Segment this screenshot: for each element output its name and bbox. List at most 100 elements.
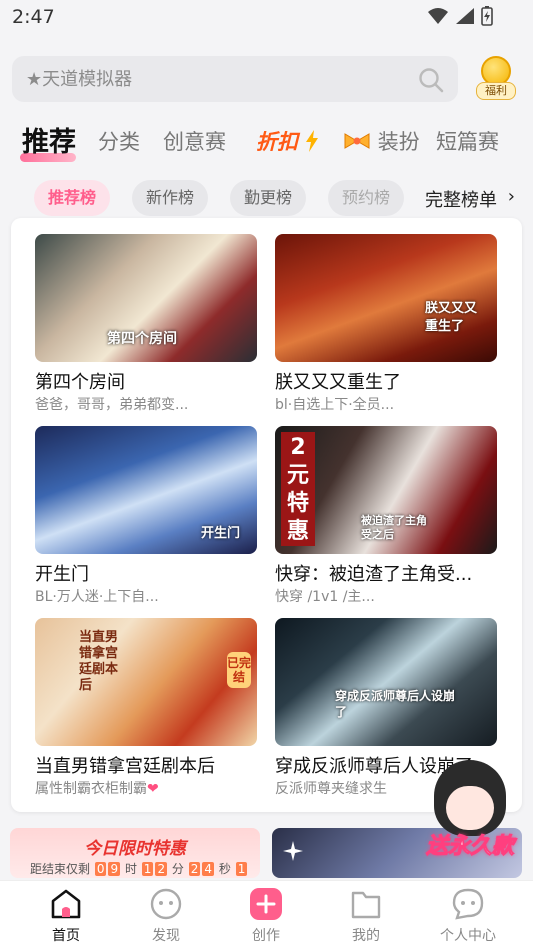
tab-category[interactable]: 分类 xyxy=(98,126,140,156)
folder-icon xyxy=(349,887,383,921)
promo-countdown: 距结束仅剩 09 时 12 分 24 秒 1 xyxy=(30,860,248,877)
book-card[interactable]: 第四个房间 第四个房间 爸爸，哥哥，弟弟都变... xyxy=(35,234,257,418)
book-cover: 2元特惠 被迫渣了主角受之后 xyxy=(275,426,497,554)
nav-profile[interactable]: 个人中心 xyxy=(428,887,508,945)
search-row: 福利 xyxy=(0,52,533,108)
nav-label: 发现 xyxy=(152,928,180,944)
tab-dress-up[interactable]: 装扮 xyxy=(343,126,420,156)
book-title: 第四个房间 xyxy=(35,372,125,393)
limited-offer-banner[interactable]: 今日限时特惠 距结束仅剩 09 时 12 分 24 秒 1 xyxy=(10,828,260,878)
book-desc-text: 属性制霸衣柜制霸 xyxy=(35,781,147,797)
tab-creative-contest[interactable]: 创意赛 xyxy=(163,126,226,156)
nav-discover[interactable]: 发现 xyxy=(126,887,206,945)
book-title: 朕又又又重生了 xyxy=(275,372,401,393)
book-desc: bl·自选上下·全员... xyxy=(275,397,395,413)
main-tabs: 推荐 分类 创意赛 折扣 装扮 短篇赛 xyxy=(0,116,533,166)
status-time: 2:47 xyxy=(12,6,55,28)
book-card[interactable]: 2元特惠 被迫渣了主角受之后 快穿：被迫渣了主角受... 快穿 /1v1 /主.… xyxy=(275,426,497,610)
ranking-chips: 推荐榜 新作榜 勤更榜 预约榜 完整榜单 › xyxy=(0,178,533,220)
bow-icon xyxy=(344,133,370,149)
promo-title: 今日限时特惠 xyxy=(84,839,186,859)
chip-label: 新作榜 xyxy=(146,188,195,207)
countdown-unit: 秒 xyxy=(218,862,231,876)
countdown-digit: 0 xyxy=(94,862,107,876)
tab-label: 分类 xyxy=(98,130,140,154)
status-bar: 2:47 xyxy=(0,0,533,36)
book-cover: 当直男错拿宫廷剧本后 已完结 xyxy=(35,618,257,746)
chip-label: 推荐榜 xyxy=(48,188,97,207)
book-title: 开生门 xyxy=(35,564,89,585)
countdown-unit: 分 xyxy=(171,862,184,876)
mascot-float[interactable]: 送永久款 xyxy=(410,760,530,872)
chip-recommend-rank[interactable]: 推荐榜 xyxy=(34,180,111,216)
cover-text: 当直男错拿宫廷剧本后 xyxy=(79,630,119,693)
chevron-right-icon[interactable]: › xyxy=(508,186,515,207)
countdown-prefix: 距结束仅剩 xyxy=(30,862,91,876)
book-card[interactable]: 当直男错拿宫廷剧本后 已完结 当直男错拿宫廷剧本后 属性制霸衣柜制霸❤ xyxy=(35,618,257,802)
welfare-button[interactable]: 福利 xyxy=(476,54,516,102)
chip-reserve-rank[interactable]: 预约榜 xyxy=(328,180,405,216)
completed-stamp: 已完结 xyxy=(227,652,251,688)
mascot-label: 送永久款 xyxy=(425,834,514,860)
book-cover: 朕又又又重生了 xyxy=(275,234,497,362)
search-box[interactable] xyxy=(12,56,458,102)
chip-update-rank[interactable]: 勤更榜 xyxy=(230,180,307,216)
countdown-digit: 2 xyxy=(188,862,201,876)
book-cover: 第四个房间 xyxy=(35,234,257,362)
price-badge: 2元特惠 xyxy=(281,432,315,546)
tab-label: 折扣 xyxy=(256,130,298,154)
countdown-digit: 4 xyxy=(202,862,215,876)
nav-home[interactable]: 首页 xyxy=(26,887,106,945)
book-cover: 开生门 xyxy=(35,426,257,554)
plus-icon xyxy=(249,887,283,921)
chip-new-rank[interactable]: 新作榜 xyxy=(132,180,209,216)
book-card[interactable]: 开生门 开生门 BL·万人迷·上下自... xyxy=(35,426,257,610)
tab-recommend[interactable]: 推荐 xyxy=(20,120,76,162)
nav-label: 个人中心 xyxy=(440,928,496,944)
cover-text: 开生门 xyxy=(201,526,241,541)
lightning-icon xyxy=(306,130,319,152)
cover-text: 朕又又又重生了 xyxy=(425,301,478,334)
nav-create[interactable]: 创作 xyxy=(226,887,306,945)
profile-icon xyxy=(451,887,485,921)
signal-icon xyxy=(456,8,474,24)
book-cover: 穿成反派师尊后人设崩了 xyxy=(275,618,497,746)
cover-text: 穿成反派师尊后人设崩了 xyxy=(335,689,456,719)
bottom-nav: 首页 发现 创作 我的 个人中心 xyxy=(0,880,533,948)
full-list-label: 完整榜单 xyxy=(425,190,497,211)
search-icon[interactable] xyxy=(418,67,444,93)
nav-mine[interactable]: 我的 xyxy=(326,887,406,945)
book-desc: 属性制霸衣柜制霸❤ xyxy=(35,778,257,798)
countdown-digit: 1 xyxy=(141,862,154,876)
countdown-digit: 1 xyxy=(235,862,248,876)
tab-discount[interactable]: 折扣 xyxy=(256,126,319,156)
book-title: 当直男错拿宫廷剧本后 xyxy=(35,756,215,777)
countdown-digit: 9 xyxy=(108,862,121,876)
nav-label: 创作 xyxy=(252,928,280,944)
tab-short-contest[interactable]: 短篇赛 xyxy=(436,126,499,156)
book-title: 快穿：被迫渣了主角受... xyxy=(275,564,473,585)
heart-icon: ❤ xyxy=(147,781,159,797)
countdown-digit: 2 xyxy=(155,862,168,876)
nav-label: 首页 xyxy=(52,928,80,944)
book-card[interactable]: 朕又又又重生了 朕又又又重生了 bl·自选上下·全员... xyxy=(275,234,497,418)
search-input[interactable] xyxy=(26,66,406,92)
cover-text: 第四个房间 xyxy=(107,331,177,347)
welfare-label: 福利 xyxy=(476,82,516,100)
tab-label: 推荐 xyxy=(22,127,76,158)
discover-icon xyxy=(149,887,183,921)
sparkle-icon xyxy=(283,841,303,861)
book-desc: 爸爸，哥哥，弟弟都变... xyxy=(35,397,189,413)
tab-label: 短篇赛 xyxy=(436,130,499,154)
full-list-link[interactable]: 完整榜单 xyxy=(409,186,497,212)
nav-label: 我的 xyxy=(352,928,380,944)
book-desc: BL·万人迷·上下自... xyxy=(35,589,159,605)
tab-label: 创意赛 xyxy=(163,130,226,154)
tab-label: 装扮 xyxy=(377,130,420,154)
book-grid: 第四个房间 第四个房间 爸爸，哥哥，弟弟都变... 朕又又又重生了 朕又又又重生… xyxy=(11,218,522,812)
chip-label: 勤更榜 xyxy=(244,188,293,207)
status-icons xyxy=(427,6,493,26)
battery-icon xyxy=(481,6,493,26)
chip-label: 预约榜 xyxy=(342,188,391,207)
wifi-icon xyxy=(428,8,448,24)
